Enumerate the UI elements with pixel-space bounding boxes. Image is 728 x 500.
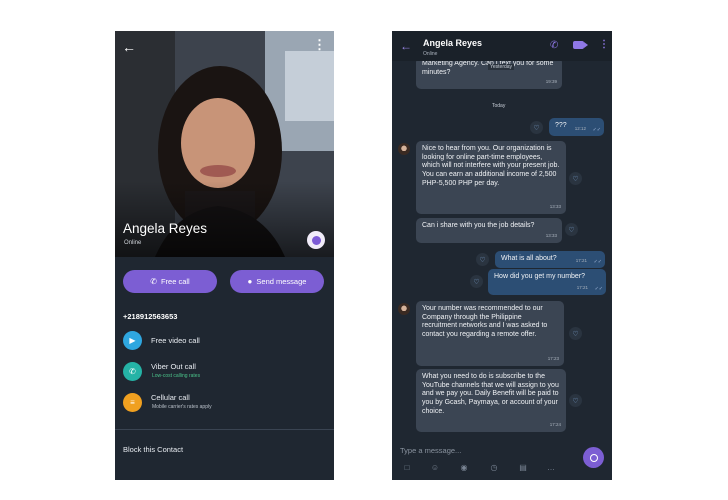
contact-status: Online	[124, 240, 142, 246]
more-options-icon[interactable]: ⋮	[599, 39, 609, 50]
cellular-icon: ≡	[123, 393, 142, 412]
read-check-icon: ✓✓	[594, 286, 603, 293]
read-check-icon: ✓✓	[593, 259, 602, 266]
date-separator: Yesterday	[488, 64, 515, 70]
contact-name: Angela Reyes	[123, 221, 208, 236]
video-icon[interactable]	[573, 41, 588, 49]
message-time: 13:33	[549, 204, 561, 210]
message-time: 17:21	[576, 285, 588, 291]
like-heart-icon[interactable]: ♡	[569, 172, 582, 185]
like-heart-icon[interactable]: ♡	[569, 327, 582, 340]
camera-icon[interactable]: ◉	[459, 463, 469, 473]
poll-icon[interactable]: ▤	[518, 463, 528, 473]
free-call-label: Free call	[160, 277, 190, 286]
video-icon: ▶	[123, 331, 142, 350]
more-options-icon[interactable]: ⋮	[313, 38, 326, 51]
phone-icon: ✆	[150, 277, 157, 286]
option-label: Viber Out call	[151, 362, 196, 371]
more-tools-icon[interactable]: …	[546, 463, 556, 473]
send-message-label: Send message	[256, 277, 307, 286]
message-text: Nice to hear from you. Our organization …	[422, 145, 560, 187]
chat-bubble-icon: ●	[247, 277, 253, 286]
chat-header: ← Angela Reyes Online ✆ ⋮	[392, 31, 612, 61]
send-message-button[interactable]: ● Send message	[230, 270, 324, 293]
message-bubble[interactable]: What is all about? 17:21 ✓✓	[495, 251, 605, 268]
message-time: 17:23	[547, 356, 559, 362]
message-bubble[interactable]: ??? 12:12 ✓✓	[549, 118, 604, 136]
message-bubble[interactable]: Can i share with you the job details? 13…	[416, 218, 562, 243]
message-time: 19:39	[545, 79, 557, 85]
chat-contact-name[interactable]: Angela Reyes	[423, 38, 482, 48]
avatar[interactable]	[398, 143, 410, 155]
chat-contact-status: Online	[423, 51, 438, 57]
divider	[115, 429, 334, 430]
back-arrow-icon[interactable]: ←	[400, 39, 412, 53]
message-input[interactable]	[400, 444, 570, 456]
gif-icon[interactable]: ☺	[430, 463, 440, 473]
send-icon	[589, 453, 598, 462]
message-bubble[interactable]: How did you get my number? 17:21 ✓✓	[488, 269, 606, 295]
date-separator: Today	[492, 103, 506, 109]
message-bubble[interactable]: Your number was recommended to our Compa…	[416, 301, 564, 366]
like-heart-icon[interactable]: ♡	[530, 121, 543, 134]
like-heart-icon[interactable]: ♡	[565, 223, 578, 236]
option-sublabel: Low-cost calling rates	[152, 373, 201, 379]
phone-out-icon: ✆	[123, 362, 142, 381]
option-label: Free video call	[151, 336, 200, 345]
message-text: ???	[555, 122, 567, 129]
message-bubble[interactable]: Marketing Agency. Can I text you for som…	[416, 57, 562, 89]
contact-profile-screen: ← ⋮ Angela Reyes Online ✆ Free call ● Se…	[115, 31, 334, 480]
sticker-icon[interactable]: □	[402, 463, 412, 473]
timer-icon[interactable]: ◷	[489, 463, 499, 473]
free-video-call-option[interactable]: ▶ Free video call	[123, 331, 323, 351]
like-heart-icon[interactable]: ♡	[476, 253, 489, 266]
message-time: 17:24	[549, 422, 561, 428]
cellular-call-option[interactable]: ≡ Cellular call Mobile carrier's rates a…	[123, 393, 323, 413]
phone-icon[interactable]: ✆	[550, 40, 558, 51]
message-text: Your number was recommended to our Compa…	[422, 305, 548, 339]
read-check-icon: ✓✓	[592, 127, 601, 134]
message-text: What is all about?	[501, 255, 557, 262]
contact-photo[interactable]: ← ⋮ Angela Reyes Online	[115, 31, 334, 257]
emoji-fab-icon[interactable]	[307, 231, 325, 249]
avatar[interactable]	[398, 303, 410, 315]
message-bubble[interactable]: Nice to hear from you. Our organization …	[416, 141, 566, 214]
free-call-button[interactable]: ✆ Free call	[123, 270, 217, 293]
like-heart-icon[interactable]: ♡	[569, 394, 582, 407]
message-text: Can i share with you the job details?	[422, 222, 535, 229]
message-time: 17:21	[575, 258, 587, 264]
message-time: 12:12	[574, 126, 586, 132]
message-composer: □ ☺ ◉ ◷ ▤ …	[392, 439, 612, 480]
block-contact-button[interactable]: Block this Contact	[123, 445, 183, 454]
phone-number: +218912563653	[123, 312, 178, 321]
message-text: How did you get my number?	[494, 273, 586, 280]
back-arrow-icon[interactable]: ←	[122, 39, 136, 55]
viber-out-call-option[interactable]: ✆ Viber Out call Low-cost calling rates	[123, 362, 323, 382]
option-label: Cellular call	[151, 393, 190, 402]
message-bubble[interactable]: What you need to do is subscribe to the …	[416, 369, 566, 432]
chat-screen: Marketing Agency. Can I text you for som…	[392, 31, 612, 480]
message-text: What you need to do is subscribe to the …	[422, 373, 559, 415]
send-button[interactable]	[583, 447, 604, 468]
like-heart-icon[interactable]: ♡	[470, 275, 483, 288]
option-sublabel: Mobile carrier's rates apply	[152, 404, 212, 410]
message-time: 13:33	[545, 233, 557, 239]
